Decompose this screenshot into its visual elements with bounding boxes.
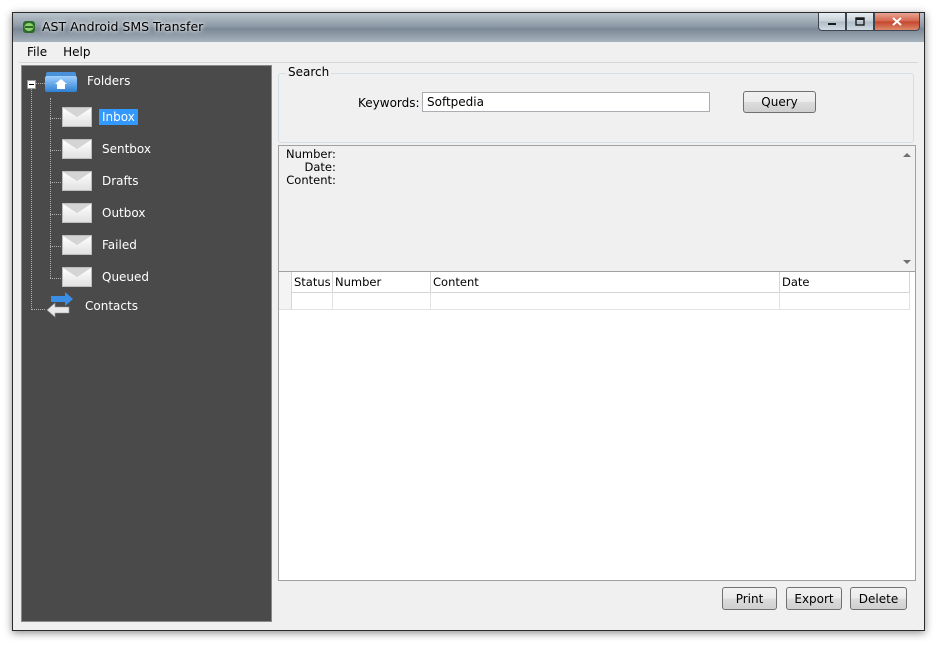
column-header-content[interactable]: Content [431,272,780,292]
close-button[interactable] [874,13,920,31]
folder-tree[interactable]: Folders Inbox Sentbox Drafts Outbox Fail… [21,65,272,622]
collapse-toggle-folders[interactable] [27,80,36,89]
print-button[interactable]: Print [722,587,777,610]
tree-node-label: Folders [87,74,131,88]
table-cell[interactable] [780,292,910,309]
table-cell[interactable] [292,292,333,309]
delete-button[interactable]: Delete [850,587,907,610]
tree-item-inbox[interactable]: Inbox [62,107,138,127]
message-detail-panel[interactable]: Number: Date: Content: [278,145,916,272]
tree-item-sentbox[interactable]: Sentbox [62,139,154,159]
export-button[interactable]: Export [786,587,842,610]
window-title: AST Android SMS Transfer [42,19,204,34]
tree-connector [50,118,61,119]
row-header[interactable] [279,292,292,309]
content-label: Content: [286,173,336,187]
window-controls [818,13,920,32]
tree-item-label: Drafts [102,174,139,188]
app-window: AST Android SMS Transfer File Help Folde… [12,12,925,631]
row-header-corner [279,272,292,292]
tree-item-failed[interactable]: Failed [62,235,140,255]
home-folder-icon [45,70,77,92]
envelope-icon [62,171,92,191]
android-app-icon [23,21,35,33]
title-bar[interactable]: AST Android SMS Transfer [13,13,924,42]
tree-connector [50,98,51,278]
envelope-icon [62,203,92,223]
maximize-button[interactable] [846,13,874,31]
tree-node-contacts[interactable]: Contacts [45,291,141,321]
tree-item-label: Outbox [102,206,146,220]
query-button[interactable]: Query [743,91,816,113]
scroll-up-arrow-icon[interactable] [903,153,911,157]
tree-connector [35,83,45,84]
menu-help[interactable]: Help [55,45,98,59]
tree-connector [31,88,32,310]
tree-node-folders[interactable]: Folders [45,70,133,92]
tree-connector [50,150,61,151]
keywords-label: Keywords: [358,96,420,110]
tree-connector [50,278,61,279]
tree-item-label: Inbox [99,109,138,125]
close-icon [892,17,902,26]
column-header-number[interactable]: Number [333,272,431,292]
transfer-arrows-icon [46,292,73,318]
envelope-icon [62,139,92,159]
tree-item-label: Failed [102,238,137,252]
search-panel: Search Keywords: Query [278,65,915,143]
maximize-icon [855,17,865,26]
table-cell[interactable] [333,292,431,309]
table-cell[interactable] [431,292,780,309]
tree-connector [50,246,61,247]
menu-file[interactable]: File [19,45,55,59]
menu-bar: File Help [19,42,918,63]
tree-item-drafts[interactable]: Drafts [62,171,142,191]
detail-labels: Number: Date: Content: [286,148,336,187]
scroll-down-arrow-icon[interactable] [903,260,911,264]
envelope-icon [62,267,92,287]
tree-item-queued[interactable]: Queued [62,267,152,287]
column-header-date[interactable]: Date [780,272,910,292]
search-group-label: Search [286,65,332,79]
tree-item-label: Sentbox [102,142,152,156]
detail-scrollbar[interactable] [899,146,915,271]
tree-node-label: Contacts [85,299,138,313]
tree-item-label: Queued [102,270,150,284]
envelope-icon [62,235,92,255]
tree-connector [31,309,45,310]
messages-table[interactable]: Status Number Content Date [278,271,916,581]
tree-item-outbox[interactable]: Outbox [62,203,148,223]
tree-connector [50,214,61,215]
tree-connector [50,182,61,183]
keywords-input[interactable] [422,92,710,112]
table-row[interactable] [279,292,910,310]
minimize-button[interactable] [818,13,846,31]
envelope-icon [62,107,92,127]
table-header: Status Number Content Date [279,272,910,293]
minimize-icon [828,22,836,25]
column-header-status[interactable]: Status [292,272,333,292]
